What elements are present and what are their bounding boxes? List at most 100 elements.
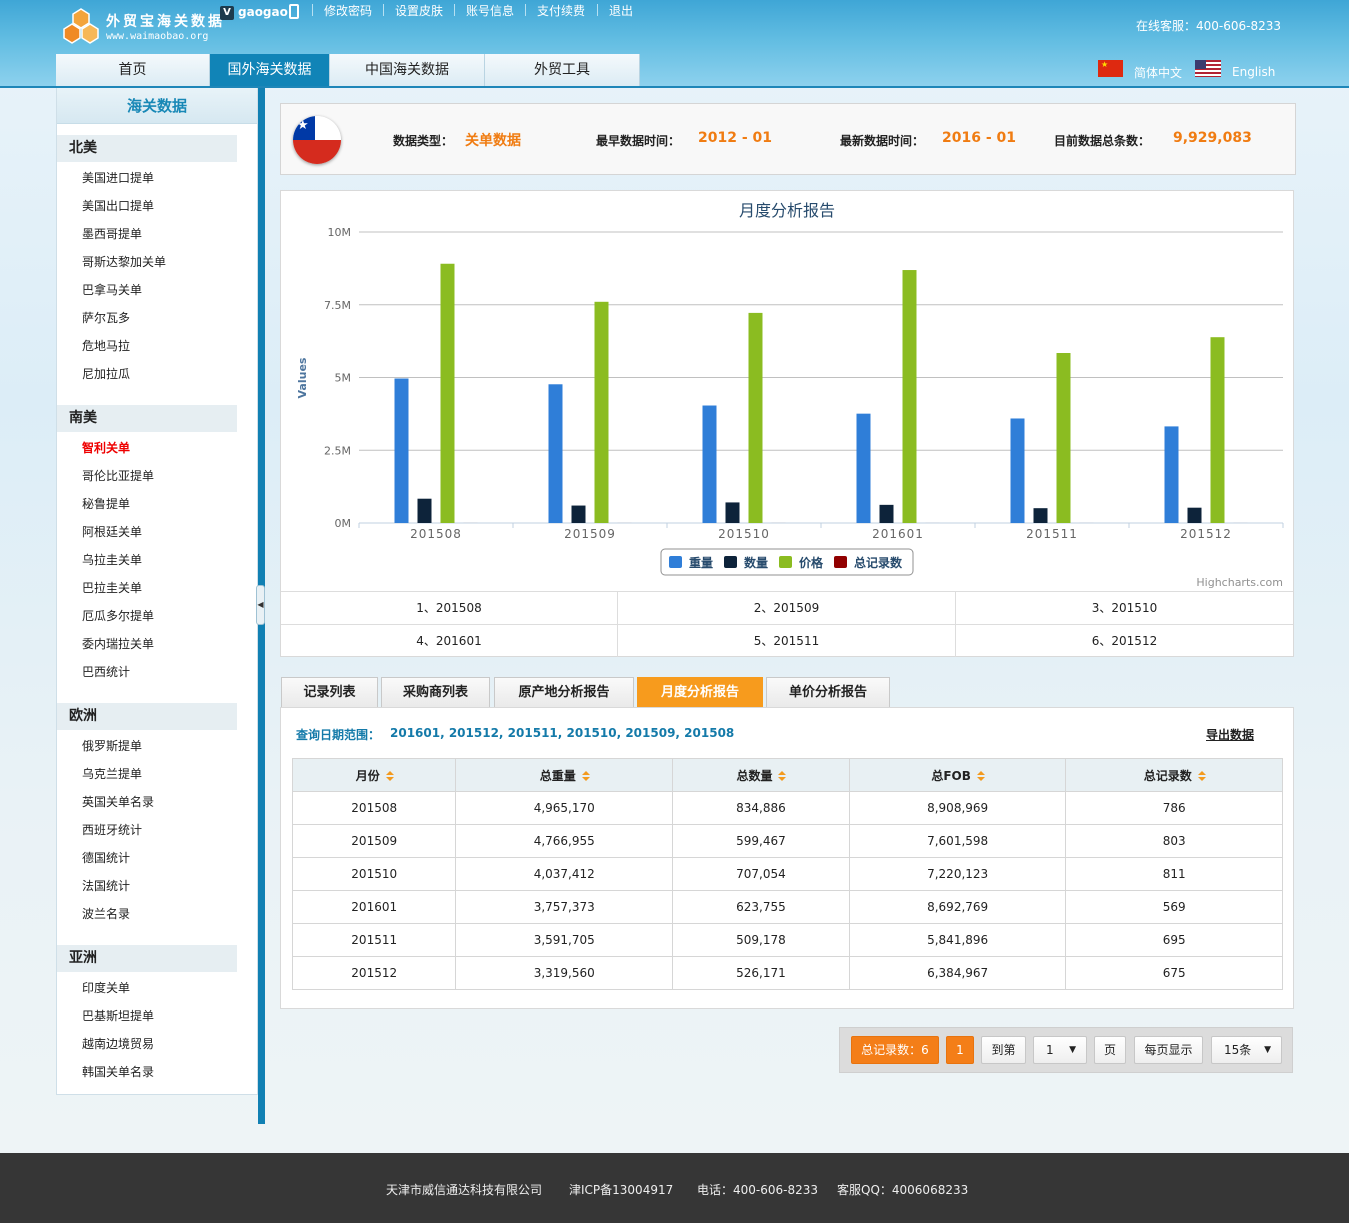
cell-fob: 7,220,123 xyxy=(848,857,1067,891)
export-data-link[interactable]: 导出数据 xyxy=(1206,726,1254,743)
chart-month-link[interactable]: 3、201510 xyxy=(956,591,1293,624)
page-button-current[interactable]: 1 xyxy=(946,1036,974,1064)
sort-icon[interactable] xyxy=(385,770,394,782)
cell-quantity: 599,467 xyxy=(672,824,850,858)
mobile-icon[interactable] xyxy=(289,4,299,19)
sidebar-item[interactable]: 巴基斯坦提单 xyxy=(82,1007,154,1024)
nav-tab-trade-tools[interactable]: 外贸工具 xyxy=(485,54,640,86)
sidebar-item[interactable]: 印度关单 xyxy=(82,979,130,996)
sidebar-item[interactable]: 美国出口提单 xyxy=(82,197,154,214)
chart-month-link[interactable]: 2、201509 xyxy=(618,591,956,624)
lang-chinese-link[interactable]: 简体中文 xyxy=(1134,64,1182,81)
logout-link[interactable]: 退出 xyxy=(609,2,633,19)
cell-month: 201601 xyxy=(291,890,457,924)
total-records-badge: 总记录数：6 xyxy=(851,1036,939,1064)
tab-monthly-report[interactable]: 月度分析报告 xyxy=(637,677,763,708)
sidebar-item[interactable]: 巴拉圭关单 xyxy=(82,579,142,596)
sidebar-item[interactable]: 阿根廷关单 xyxy=(82,523,142,540)
sidebar-item[interactable]: 危地马拉 xyxy=(82,337,130,354)
sidebar-item[interactable]: 俄罗斯提单 xyxy=(82,737,142,754)
sidebar: 海关数据 北美 美国进口提单 美国出口提单 墨西哥提单 哥斯达黎加关单 巴拿马关… xyxy=(56,88,258,1095)
change-password-link[interactable]: 修改密码 xyxy=(324,2,372,19)
vip-badge-icon: V xyxy=(220,6,234,20)
sidebar-item[interactable]: 韩国关单名录 xyxy=(82,1063,154,1080)
sort-icon[interactable] xyxy=(581,770,590,782)
per-page-select[interactable]: 15条 ▼ xyxy=(1211,1036,1282,1064)
column-header-month[interactable]: 月份 xyxy=(291,758,457,792)
chart-month-link[interactable]: 4、201601 xyxy=(281,624,618,657)
sort-icon[interactable] xyxy=(1197,770,1206,782)
logo-icon[interactable] xyxy=(62,8,100,44)
china-flag-icon[interactable] xyxy=(1098,60,1123,77)
collapse-sidebar-icon[interactable]: ◀ xyxy=(256,585,265,625)
sidebar-item[interactable]: 乌拉圭关单 xyxy=(82,551,142,568)
cell-fob: 8,692,769 xyxy=(848,890,1067,924)
goto-page-button[interactable]: 到第 xyxy=(981,1036,1026,1064)
cell-quantity: 623,755 xyxy=(672,890,850,924)
sidebar-item[interactable]: 巴西统计 xyxy=(82,663,130,680)
footer-qq: 客服QQ：4006068233 xyxy=(837,1183,969,1197)
sort-icon[interactable] xyxy=(778,770,787,782)
sidebar-item[interactable]: 越南边境贸易 xyxy=(82,1035,154,1052)
sidebar-item[interactable]: 哥斯达黎加关单 xyxy=(82,253,166,270)
tab-unit-price-report[interactable]: 单价分析报告 xyxy=(766,677,890,708)
tab-buyer-list[interactable]: 采购商列表 xyxy=(381,677,490,708)
sidebar-group-asia: 亚洲 xyxy=(57,945,237,972)
tab-origin-report[interactable]: 原产地分析报告 xyxy=(494,677,634,708)
sidebar-item[interactable]: 法国统计 xyxy=(82,877,130,894)
query-range-label: 查询日期范围： xyxy=(296,728,381,742)
sidebar-item[interactable]: 厄瓜多尔提单 xyxy=(82,607,154,624)
sidebar-item[interactable]: 墨西哥提单 xyxy=(82,225,142,242)
column-header-total-quantity[interactable]: 总数量 xyxy=(672,758,850,792)
chart-month-link[interactable]: 1、201508 xyxy=(281,591,618,624)
footer-icp[interactable]: 津ICP备13004917 xyxy=(569,1181,673,1198)
chart-bar-2-4 xyxy=(1056,353,1071,523)
chart-bar-1-0 xyxy=(417,498,432,523)
cell-fob: 6,384,967 xyxy=(848,956,1067,990)
sidebar-item[interactable]: 西班牙统计 xyxy=(82,821,142,838)
latest-date-label: 最新数据时间： xyxy=(840,134,925,148)
logo-title[interactable]: 外贸宝海关数据 xyxy=(106,11,225,31)
sidebar-item[interactable]: 波兰名录 xyxy=(82,905,130,922)
chart-month-link[interactable]: 6、201512 xyxy=(956,624,1293,657)
chart-x-tick-label: 201601 xyxy=(872,527,924,541)
chart-bar-2-0 xyxy=(440,263,455,523)
cell-quantity: 509,178 xyxy=(672,923,850,957)
earliest-date-label: 最早数据时间： xyxy=(596,134,681,148)
column-header-total-weight[interactable]: 总重量 xyxy=(455,758,674,792)
cell-quantity: 526,171 xyxy=(672,956,850,990)
page-select[interactable]: 1 ▼ xyxy=(1033,1036,1087,1064)
set-skin-link[interactable]: 设置皮肤 xyxy=(395,2,443,19)
nav-tab-home[interactable]: 首页 xyxy=(56,54,210,86)
cell-fob: 8,908,969 xyxy=(848,791,1067,825)
us-flag-icon[interactable] xyxy=(1195,60,1221,77)
sidebar-item-chile-active[interactable]: 智利关单 xyxy=(82,439,130,456)
chart-month-link[interactable]: 5、201511 xyxy=(618,624,956,657)
column-header-total-fob[interactable]: 总FOB xyxy=(848,758,1067,792)
pay-renew-link[interactable]: 支付续费 xyxy=(537,2,585,19)
sidebar-item[interactable]: 哥伦比亚提单 xyxy=(82,467,154,484)
sort-icon[interactable] xyxy=(976,770,985,782)
sidebar-item[interactable]: 美国进口提单 xyxy=(82,169,154,186)
cell-fob: 5,841,896 xyxy=(848,923,1067,957)
account-info-link[interactable]: 账号信息 xyxy=(466,2,514,19)
sidebar-item[interactable]: 委内瑞拉关单 xyxy=(82,635,154,652)
sidebar-item[interactable]: 萨尔瓦多 xyxy=(82,309,130,326)
column-header-total-records[interactable]: 总记录数 xyxy=(1065,758,1283,792)
cell-month: 201511 xyxy=(291,923,457,957)
monthly-data-table: 月份 总重量 总数量 总FOB 总记录数 201508 4,965,170 834,… xyxy=(291,758,1283,990)
chart-bar-1-1 xyxy=(571,505,586,523)
lang-english-link[interactable]: English xyxy=(1232,65,1275,79)
sidebar-item[interactable]: 乌克兰提单 xyxy=(82,765,142,782)
cell-month: 201510 xyxy=(291,857,457,891)
tab-record-list[interactable]: 记录列表 xyxy=(281,677,378,708)
nav-tab-foreign-customs[interactable]: 国外海关数据 xyxy=(210,54,330,86)
sidebar-item[interactable]: 德国统计 xyxy=(82,849,130,866)
chart-x-tick-label: 201510 xyxy=(718,527,770,541)
sidebar-item[interactable]: 巴拿马关单 xyxy=(82,281,142,298)
nav-tab-china-customs[interactable]: 中国海关数据 xyxy=(330,54,485,86)
username[interactable]: gaogao xyxy=(238,5,288,19)
sidebar-item[interactable]: 秘鲁提单 xyxy=(82,495,130,512)
sidebar-item[interactable]: 英国关单名录 xyxy=(82,793,154,810)
sidebar-item[interactable]: 尼加拉瓜 xyxy=(82,365,130,382)
